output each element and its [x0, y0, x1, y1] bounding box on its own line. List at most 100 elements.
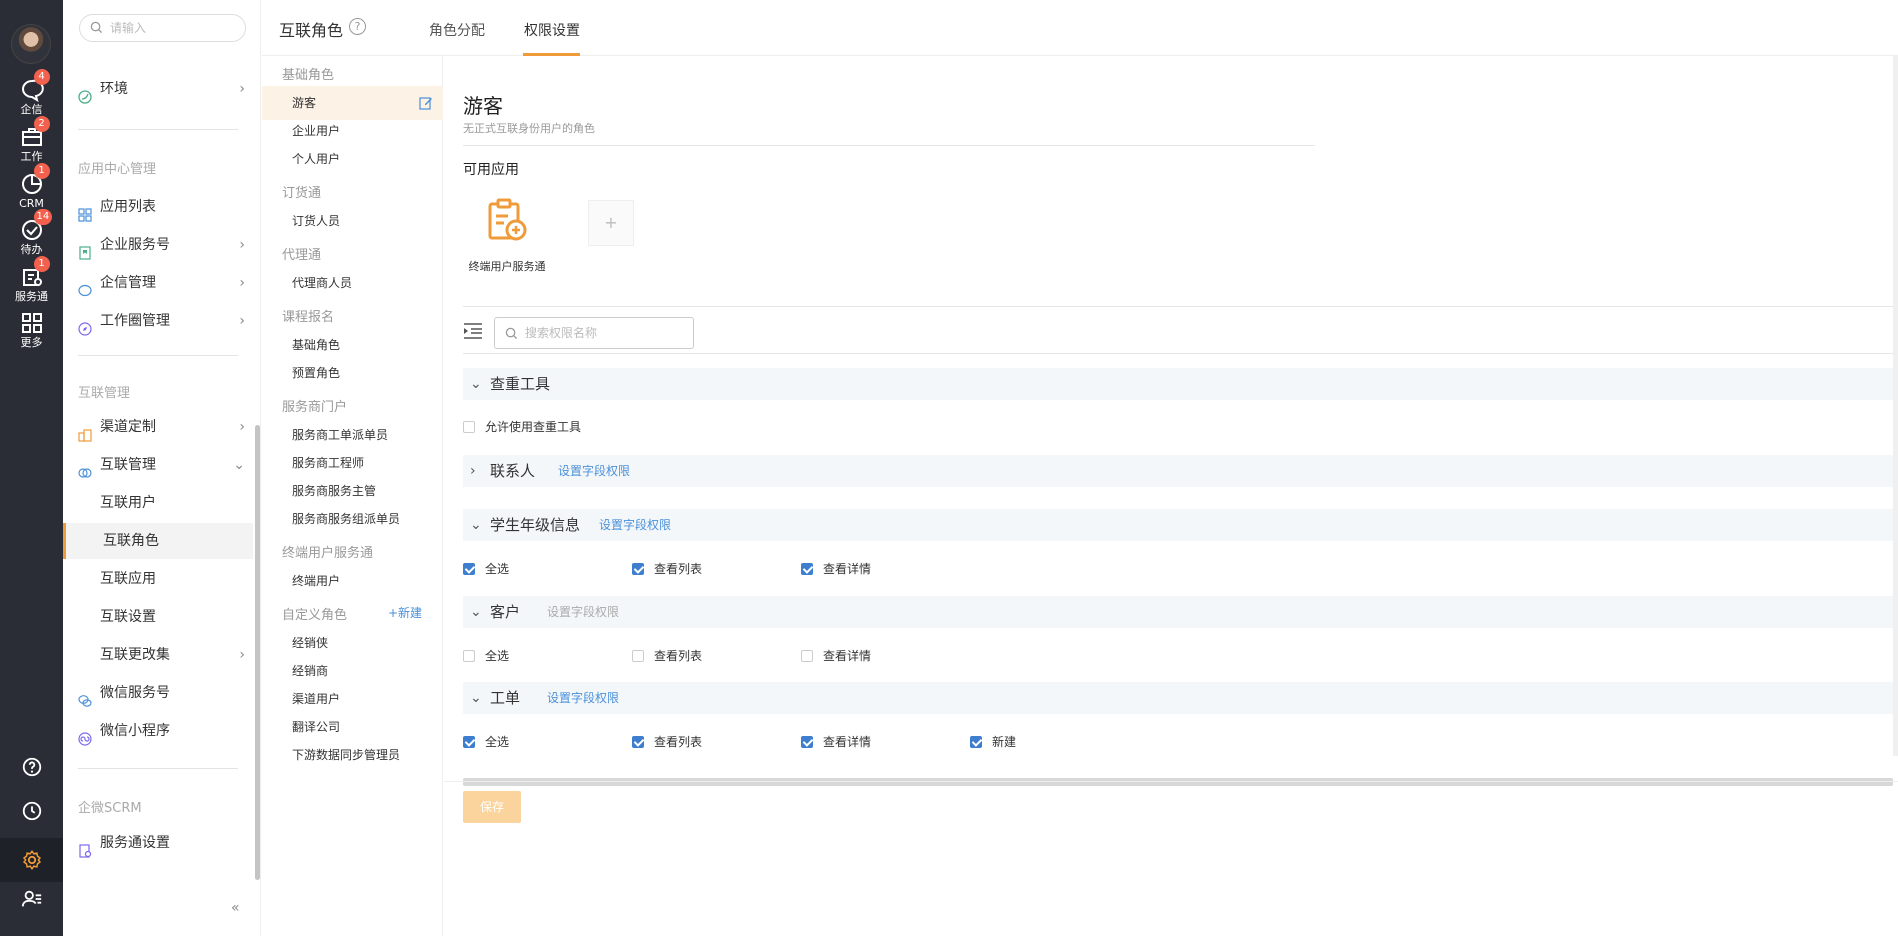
rail-item-todo[interactable]: 14 待办: [0, 209, 63, 268]
divider: [463, 145, 1315, 146]
checkbox-label: 全选: [485, 562, 510, 576]
role-item-label: 个人用户: [292, 152, 341, 166]
help-icon[interactable]: ?: [349, 18, 366, 35]
rail-item-crm[interactable]: 1 CRM: [0, 163, 63, 222]
field-permission-link[interactable]: 设置字段权限: [558, 455, 630, 487]
sidebar-item-workcircle[interactable]: 工作圈管理 ›: [63, 303, 253, 339]
chevron-down-icon[interactable]: ⌄: [470, 682, 482, 714]
checkbox-empty-icon[interactable]: [632, 650, 644, 662]
role-item[interactable]: 终端用户: [262, 564, 443, 598]
permission-section-header[interactable]: ⌄ 学生年级信息 设置字段权限: [463, 509, 1895, 541]
chevron-right-icon[interactable]: ›: [470, 455, 476, 487]
badge-count: 14: [33, 209, 53, 225]
sidebar-item-messaging[interactable]: 企信管理 ›: [63, 265, 253, 301]
role-group-title: 代理通: [282, 248, 322, 263]
save-button[interactable]: 保存: [463, 791, 521, 823]
rail-item-service[interactable]: 1 服务通: [0, 256, 63, 315]
chevron-right-icon: ›: [239, 313, 245, 329]
sidebar-item-environment[interactable]: 环境 ›: [63, 71, 253, 107]
role-group-title: 终端用户服务通: [282, 546, 374, 561]
tab-role-assignment[interactable]: 角色分配: [429, 20, 485, 40]
clock-icon[interactable]: [0, 794, 63, 830]
checkbox-empty-icon[interactable]: [463, 421, 475, 433]
sidebar-item-service-account[interactable]: 企业服务号 ›: [63, 227, 253, 263]
tab-permission-settings[interactable]: 权限设置: [524, 20, 580, 40]
checkbox-checked-icon[interactable]: [463, 736, 475, 748]
field-permission-link[interactable]: 设置字段权限: [547, 596, 619, 628]
miniapp-icon: [78, 724, 92, 746]
rail-label: 工作: [20, 150, 43, 163]
checkbox-checked-icon[interactable]: [801, 736, 813, 748]
checkbox-empty-icon[interactable]: [463, 650, 475, 662]
role-item-label: 基础角色: [292, 338, 341, 352]
app-rail: 4 企信 2 工作 1 CRM 14 待办 1 服务通 更多: [0, 0, 63, 936]
checkbox-empty-icon[interactable]: [801, 650, 813, 662]
sidebar-scrollbar[interactable]: [255, 425, 260, 880]
permission-section-header[interactable]: ⌄ 工单 设置字段权限: [463, 682, 1895, 714]
role-item-label: 终端用户: [292, 574, 341, 588]
checkbox-checked-icon[interactable]: [632, 563, 644, 575]
permission-search-input[interactable]: 搜索权限名称: [494, 317, 694, 349]
checkbox-checked-icon[interactable]: [970, 736, 982, 748]
rail-item-more[interactable]: 更多: [0, 311, 63, 361]
sidebar-search-input[interactable]: 请输入: [79, 14, 246, 42]
sidebar-item-label: 环境: [100, 81, 128, 97]
permission-section-header[interactable]: ⌄ 客户 设置字段权限: [463, 596, 1895, 628]
role-item-label: 服务商工单派单员: [292, 428, 389, 442]
pie-chart-icon: 1: [20, 163, 50, 196]
sidebar-subitem-settings[interactable]: 互联设置: [63, 599, 253, 635]
sidebar-item-channel[interactable]: 渠道定制 ›: [63, 409, 253, 445]
rail-item-chat[interactable]: 4 企信: [0, 69, 63, 128]
role-item[interactable]: 代理商人员: [262, 266, 443, 300]
sidebar-subitem-apps[interactable]: 互联应用: [63, 561, 253, 597]
checkbox-checked-icon[interactable]: [632, 736, 644, 748]
user-list-icon[interactable]: [0, 882, 63, 918]
new-role-link[interactable]: +新建: [388, 604, 422, 621]
gear-icon[interactable]: [0, 838, 63, 882]
divider: [463, 306, 1895, 307]
rail-item-work[interactable]: 2 工作: [0, 116, 63, 175]
help-icon[interactable]: [0, 750, 63, 786]
role-item[interactable]: 个人用户: [262, 142, 443, 176]
add-app-button[interactable]: +: [588, 200, 634, 246]
sidebar-item-changeset[interactable]: 互联更改集 ›: [63, 637, 253, 673]
checkbox-label: 查看列表: [654, 562, 703, 576]
sidebar-subitem-users[interactable]: 互联用户: [63, 485, 253, 521]
field-permission-link[interactable]: 设置字段权限: [599, 509, 671, 541]
sidebar-item-label: 服务通设置: [100, 835, 170, 851]
checkbox-label: 全选: [485, 735, 510, 749]
horizontal-scrollbar[interactable]: [463, 778, 1893, 786]
role-item[interactable]: 服务商服务组派单员: [262, 502, 443, 536]
vertical-scrollbar[interactable]: [1893, 56, 1898, 756]
app-card[interactable]: 终端用户服务通: [462, 196, 552, 276]
edit-icon[interactable]: [419, 96, 433, 110]
sidebar-subitem-roles[interactable]: 互联角色: [63, 523, 253, 559]
sidebar-item-interconnect[interactable]: 互联管理 ⌄: [63, 447, 253, 483]
collapse-sidebar-icon[interactable]: «: [231, 900, 240, 916]
permission-section-header[interactable]: › 联系人 设置字段权限: [463, 455, 1895, 487]
badge-count: 2: [33, 116, 50, 132]
checkbox-checked-icon[interactable]: [801, 563, 813, 575]
role-item[interactable]: 下游数据同步管理员: [262, 738, 443, 772]
divider: [78, 355, 238, 356]
checkbox-checked-icon[interactable]: [463, 563, 475, 575]
doc-gear-icon: [78, 836, 92, 858]
chevron-down-icon[interactable]: ⌄: [470, 596, 482, 628]
role-item[interactable]: 订货人员: [262, 204, 443, 238]
sidebar-item-service-settings[interactable]: 服务通设置: [63, 825, 253, 861]
chevron-down-icon[interactable]: ⌄: [470, 368, 482, 400]
chevron-down-icon[interactable]: ⌄: [470, 509, 482, 541]
section-name: 查重工具: [490, 375, 551, 393]
page-title: 互联角色: [279, 21, 344, 40]
sidebar-item-wechat-miniapp[interactable]: 微信小程序: [63, 713, 253, 749]
rail-label: 更多: [20, 336, 43, 349]
field-permission-link[interactable]: 设置字段权限: [547, 682, 619, 714]
expand-all-icon[interactable]: [463, 322, 483, 340]
permission-section-header[interactable]: ⌄ 查重工具: [463, 368, 1895, 400]
sidebar-item-wechat-service[interactable]: 微信服务号: [63, 675, 253, 711]
role-item-label: 游客: [292, 96, 317, 110]
role-item[interactable]: 预置角色: [262, 356, 443, 390]
search-placeholder: 请输入: [110, 21, 147, 35]
avatar[interactable]: [11, 24, 51, 64]
sidebar-item-app-list[interactable]: 应用列表: [63, 189, 253, 225]
